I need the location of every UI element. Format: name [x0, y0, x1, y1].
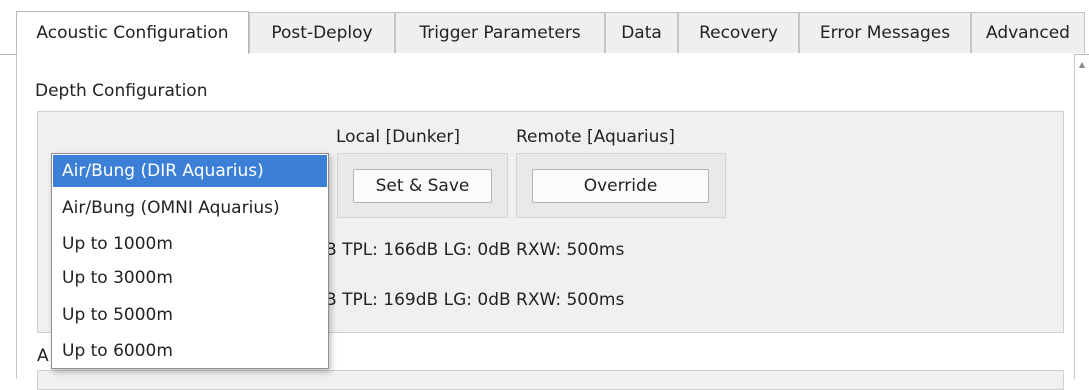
lower-group-title: A: [37, 346, 49, 366]
depth-dropdown-list[interactable]: Air/Bung (DIR Aquarius) Air/Bung (OMNI A…: [51, 153, 329, 369]
tab-data[interactable]: Data: [605, 12, 678, 53]
lower-group-box: [37, 370, 1064, 390]
depth-info-line-2: B TPL: 169dB LG: 0dB RXW: 500ms: [325, 290, 625, 310]
depth-info-line-1: B TPL: 166dB LG: 0dB RXW: 500ms: [325, 240, 625, 260]
tab-advanced[interactable]: Advanced: [971, 12, 1085, 53]
dropdown-option-5000m[interactable]: Up to 5000m: [53, 299, 327, 331]
tab-acoustic-configuration[interactable]: Acoustic Configuration: [16, 11, 249, 54]
set-and-save-button[interactable]: Set & Save: [353, 169, 492, 203]
tab-error-messages[interactable]: Error Messages: [799, 12, 971, 53]
dropdown-option-6000m[interactable]: Up to 6000m: [53, 335, 327, 367]
dropdown-option-air-bung-omni[interactable]: Air/Bung (OMNI Aquarius): [53, 192, 327, 224]
override-button[interactable]: Override: [532, 169, 709, 203]
scroll-up-arrow-icon[interactable]: ▲: [1077, 60, 1087, 70]
tab-trigger-parameters[interactable]: Trigger Parameters: [395, 12, 605, 53]
remote-aquarius-label: Remote [Aquarius]: [516, 127, 675, 147]
dropdown-option-1000m[interactable]: Up to 1000m: [53, 228, 327, 260]
tab-post-deploy[interactable]: Post-Deploy: [249, 12, 395, 53]
tab-recovery[interactable]: Recovery: [678, 12, 799, 53]
local-dunker-label: Local [Dunker]: [336, 127, 461, 147]
dropdown-option-3000m[interactable]: Up to 3000m: [53, 262, 327, 294]
depth-configuration-title: Depth Configuration: [35, 81, 208, 101]
tab-bar: Acoustic Configuration Post-Deploy Trigg…: [0, 11, 1089, 55]
dropdown-option-air-bung-dir[interactable]: Air/Bung (DIR Aquarius): [53, 155, 327, 187]
